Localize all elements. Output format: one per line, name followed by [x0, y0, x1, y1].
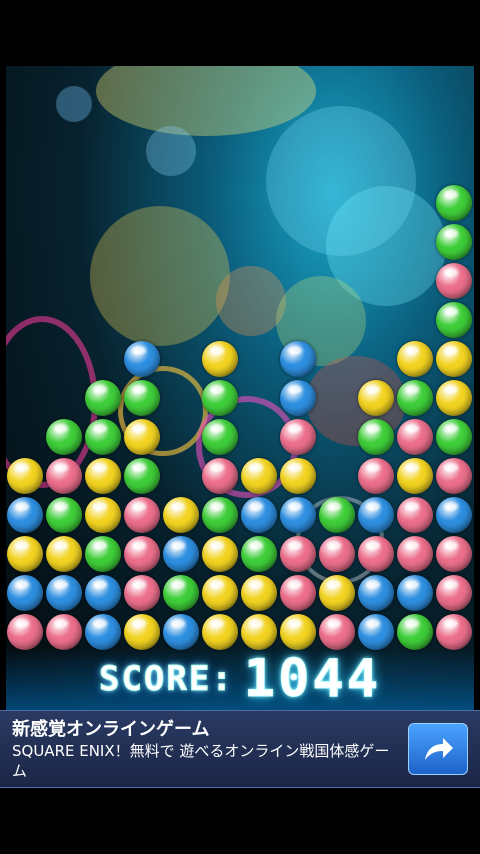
- ball[interactable]: [202, 380, 238, 416]
- ball[interactable]: [319, 614, 355, 650]
- ball[interactable]: [202, 575, 238, 611]
- ball[interactable]: [124, 536, 160, 572]
- ball[interactable]: [202, 614, 238, 650]
- ad-description: SQUARE ENIX！無料で 遊べるオンライン戦国体感ゲーム: [12, 742, 390, 780]
- ball[interactable]: [202, 536, 238, 572]
- ball[interactable]: [358, 575, 394, 611]
- ad-title: 新感覚オンラインゲーム: [12, 719, 210, 740]
- ball[interactable]: [397, 575, 433, 611]
- share-arrow-icon: [425, 738, 453, 760]
- ball[interactable]: [163, 497, 199, 533]
- ball[interactable]: [124, 341, 160, 377]
- ball[interactable]: [436, 341, 472, 377]
- ball[interactable]: [436, 575, 472, 611]
- ball[interactable]: [280, 380, 316, 416]
- ball[interactable]: [280, 536, 316, 572]
- game-board[interactable]: SCORE: 1044: [6, 66, 474, 710]
- ad-banner[interactable]: 新感覚オンラインゲーム SQUARE ENIX！無料で 遊べるオンライン戦国体感…: [0, 710, 480, 788]
- ball[interactable]: [358, 536, 394, 572]
- ball[interactable]: [319, 575, 355, 611]
- ball[interactable]: [358, 419, 394, 455]
- ball[interactable]: [85, 497, 121, 533]
- ball[interactable]: [241, 575, 277, 611]
- ball[interactable]: [241, 536, 277, 572]
- ball[interactable]: [397, 458, 433, 494]
- ball[interactable]: [241, 458, 277, 494]
- ball[interactable]: [46, 419, 82, 455]
- ball[interactable]: [124, 497, 160, 533]
- ball[interactable]: [280, 614, 316, 650]
- ball[interactable]: [319, 497, 355, 533]
- score-display: SCORE: 1044: [6, 648, 474, 710]
- ball[interactable]: [280, 341, 316, 377]
- ball[interactable]: [85, 614, 121, 650]
- ball[interactable]: [436, 185, 472, 221]
- ball[interactable]: [358, 497, 394, 533]
- ball[interactable]: [436, 419, 472, 455]
- score-label: SCORE:: [98, 659, 234, 700]
- ball[interactable]: [46, 575, 82, 611]
- ball[interactable]: [397, 419, 433, 455]
- ball[interactable]: [202, 497, 238, 533]
- ball[interactable]: [124, 458, 160, 494]
- ball[interactable]: [280, 419, 316, 455]
- ball[interactable]: [241, 614, 277, 650]
- ball[interactable]: [202, 458, 238, 494]
- ball[interactable]: [436, 614, 472, 650]
- ball[interactable]: [85, 536, 121, 572]
- ball[interactable]: [7, 458, 43, 494]
- ball[interactable]: [124, 380, 160, 416]
- ball[interactable]: [85, 575, 121, 611]
- ball[interactable]: [436, 302, 472, 338]
- ball[interactable]: [202, 419, 238, 455]
- ball[interactable]: [163, 614, 199, 650]
- ball[interactable]: [124, 614, 160, 650]
- ball[interactable]: [46, 458, 82, 494]
- ball[interactable]: [397, 497, 433, 533]
- ball[interactable]: [46, 497, 82, 533]
- ball[interactable]: [397, 380, 433, 416]
- ball[interactable]: [436, 458, 472, 494]
- ball[interactable]: [436, 497, 472, 533]
- ball[interactable]: [163, 536, 199, 572]
- ad-open-button[interactable]: [408, 723, 468, 775]
- ball[interactable]: [397, 341, 433, 377]
- ball[interactable]: [280, 458, 316, 494]
- ball[interactable]: [397, 536, 433, 572]
- ball[interactable]: [280, 575, 316, 611]
- ball[interactable]: [46, 614, 82, 650]
- ball[interactable]: [7, 575, 43, 611]
- score-value: 1044: [243, 649, 382, 710]
- ball[interactable]: [85, 458, 121, 494]
- ball[interactable]: [7, 497, 43, 533]
- ball[interactable]: [85, 419, 121, 455]
- ball[interactable]: [358, 380, 394, 416]
- ball[interactable]: [85, 380, 121, 416]
- ball[interactable]: [358, 458, 394, 494]
- ball[interactable]: [436, 224, 472, 260]
- ball[interactable]: [46, 536, 82, 572]
- ball[interactable]: [124, 419, 160, 455]
- ball[interactable]: [319, 536, 355, 572]
- ball[interactable]: [397, 614, 433, 650]
- ball[interactable]: [358, 614, 394, 650]
- ball[interactable]: [241, 497, 277, 533]
- ball[interactable]: [7, 614, 43, 650]
- ball[interactable]: [163, 575, 199, 611]
- ball[interactable]: [7, 536, 43, 572]
- ball[interactable]: [436, 536, 472, 572]
- ball[interactable]: [124, 575, 160, 611]
- ball[interactable]: [202, 341, 238, 377]
- ball[interactable]: [280, 497, 316, 533]
- ball[interactable]: [436, 380, 472, 416]
- ball[interactable]: [436, 263, 472, 299]
- ball-grid[interactable]: [6, 66, 474, 710]
